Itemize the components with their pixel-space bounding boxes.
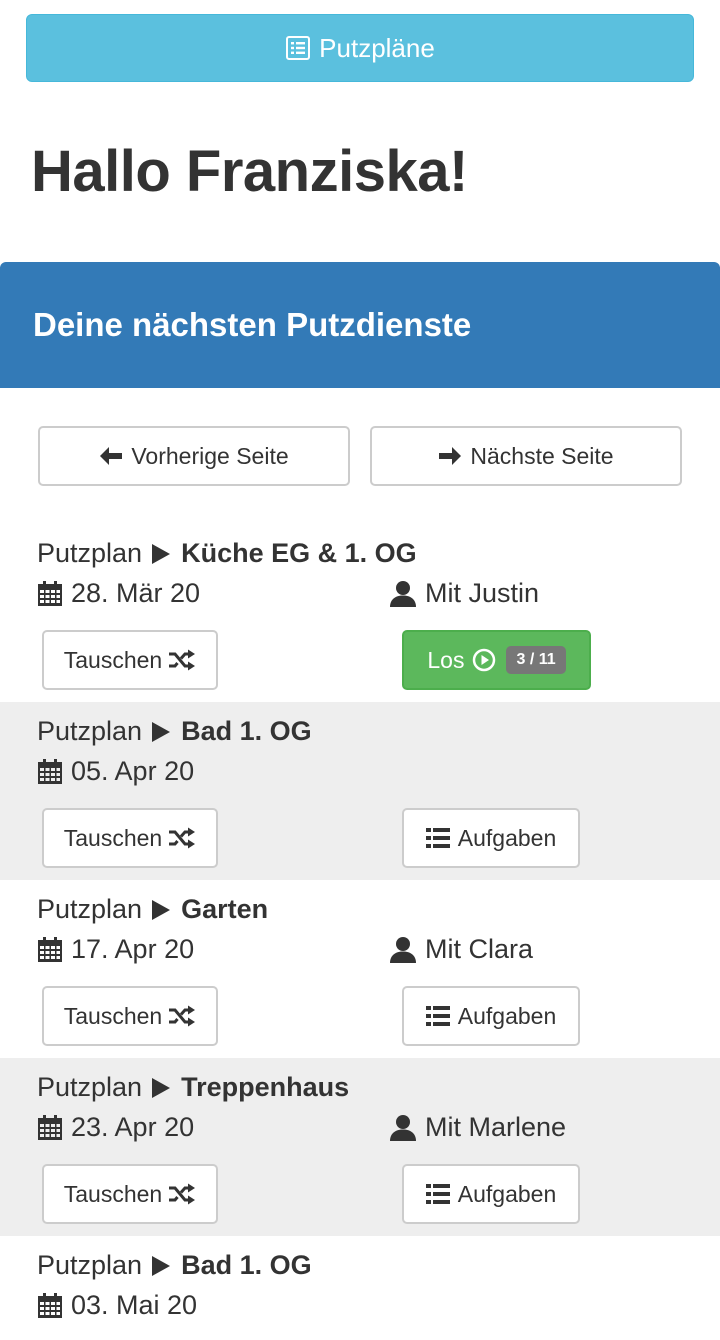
calendar-icon xyxy=(37,936,63,963)
duty-date: 23. Apr 20 xyxy=(37,1112,194,1143)
swap-label: Tauschen xyxy=(63,646,163,673)
user-icon xyxy=(389,580,417,608)
tasks-button[interactable]: Aufgaben xyxy=(402,808,580,868)
cleaning-plans-button[interactable]: Putzpläne xyxy=(26,14,694,82)
calendar-icon xyxy=(37,1292,63,1319)
duty-title: Putzplan Küche EG & 1. OG xyxy=(37,538,417,569)
duty-item: Putzplan Bad 1. OG 03. Mai 20 xyxy=(0,1236,720,1340)
greeting-heading: Hallo Franziska! xyxy=(31,139,468,204)
swap-label: Tauschen xyxy=(63,1002,163,1029)
tasks-button[interactable]: Aufgaben xyxy=(402,1164,580,1224)
play-circle-icon xyxy=(472,648,496,672)
duty-date: 17. Apr 20 xyxy=(37,934,194,965)
calendar-icon xyxy=(37,758,63,785)
tasks-label: Aufgaben xyxy=(457,824,557,851)
previous-page-label: Vorherige Seite xyxy=(131,442,289,469)
tasks-label: Aufgaben xyxy=(457,1180,557,1207)
duty-item: Putzplan Bad 1. OG 05. Apr 20 Tauschen A… xyxy=(0,702,720,880)
play-icon xyxy=(151,1077,171,1099)
tasks-label: Aufgaben xyxy=(457,1002,557,1029)
date-text: 23. Apr 20 xyxy=(71,1112,195,1142)
duty-item: Putzplan Küche EG & 1. OG 28. Mär 20 Mit… xyxy=(0,524,720,702)
list-icon xyxy=(425,1005,450,1027)
plan-prefix: Putzplan xyxy=(37,538,143,568)
panel-heading: Deine nächsten Putzdienste xyxy=(0,262,720,388)
next-page-button[interactable]: Nächste Seite xyxy=(370,426,682,486)
duty-item: Putzplan Garten 17. Apr 20 Mit Clara Tau… xyxy=(0,880,720,1058)
calendar-icon xyxy=(37,580,63,607)
plan-prefix: Putzplan xyxy=(37,716,143,746)
swap-button[interactable]: Tauschen xyxy=(42,986,218,1046)
random-icon xyxy=(168,1183,196,1205)
calendar-icon xyxy=(37,1114,63,1141)
tasks-button[interactable]: Aufgaben xyxy=(402,986,580,1046)
plan-prefix: Putzplan xyxy=(37,894,143,924)
plan-name: Treppenhaus xyxy=(181,1072,350,1102)
start-label: Los xyxy=(427,646,465,673)
date-text: 28. Mär 20 xyxy=(71,578,201,608)
play-icon xyxy=(151,899,171,921)
duty-title: Putzplan Bad 1. OG xyxy=(37,1250,312,1281)
random-icon xyxy=(168,649,196,671)
user-icon xyxy=(389,1114,417,1142)
list-icon xyxy=(425,827,450,849)
user-icon xyxy=(389,936,417,964)
duty-partner: Mit Clara xyxy=(389,934,533,965)
progress-badge: 3 / 11 xyxy=(506,646,566,674)
partner-text: Mit Clara xyxy=(425,934,534,964)
list-icon xyxy=(425,1183,450,1205)
play-icon xyxy=(151,1255,171,1277)
duty-title: Putzplan Bad 1. OG xyxy=(37,716,312,747)
plan-name: Küche EG & 1. OG xyxy=(181,538,417,568)
next-page-label: Nächste Seite xyxy=(470,442,614,469)
arrow-right-icon xyxy=(438,446,462,466)
duty-date: 05. Apr 20 xyxy=(37,756,194,787)
random-icon xyxy=(168,1005,196,1027)
swap-button[interactable]: Tauschen xyxy=(42,1164,218,1224)
plan-name: Garten xyxy=(181,894,269,924)
list-alt-icon xyxy=(285,35,311,61)
arrow-left-icon xyxy=(99,446,123,466)
duty-title: Putzplan Garten xyxy=(37,894,268,925)
duty-date: 28. Mär 20 xyxy=(37,578,200,609)
duty-partner: Mit Justin xyxy=(389,578,539,609)
play-icon xyxy=(151,543,171,565)
random-icon xyxy=(168,827,196,849)
swap-button[interactable]: Tauschen xyxy=(42,630,218,690)
cleaning-plans-label: Putzpläne xyxy=(319,32,435,63)
partner-text: Mit Marlene xyxy=(425,1112,567,1142)
duty-date: 03. Mai 20 xyxy=(37,1290,197,1321)
swap-label: Tauschen xyxy=(63,1180,163,1207)
swap-button[interactable]: Tauschen xyxy=(42,808,218,868)
duty-item: Putzplan Treppenhaus 23. Apr 20 Mit Marl… xyxy=(0,1058,720,1236)
duty-partner: Mit Marlene xyxy=(389,1112,566,1143)
start-button[interactable]: Los 3 / 11 xyxy=(402,630,591,690)
plan-name: Bad 1. OG xyxy=(181,1250,312,1280)
date-text: 17. Apr 20 xyxy=(71,934,195,964)
plan-name: Bad 1. OG xyxy=(181,716,312,746)
date-text: 05. Apr 20 xyxy=(71,756,195,786)
previous-page-button[interactable]: Vorherige Seite xyxy=(38,426,350,486)
swap-label: Tauschen xyxy=(63,824,163,851)
plan-prefix: Putzplan xyxy=(37,1250,143,1280)
plan-prefix: Putzplan xyxy=(37,1072,143,1102)
play-icon xyxy=(151,721,171,743)
panel-title: Deine nächsten Putzdienste xyxy=(33,306,472,343)
duty-title: Putzplan Treppenhaus xyxy=(37,1072,349,1103)
date-text: 03. Mai 20 xyxy=(71,1290,198,1320)
partner-text: Mit Justin xyxy=(425,578,540,608)
